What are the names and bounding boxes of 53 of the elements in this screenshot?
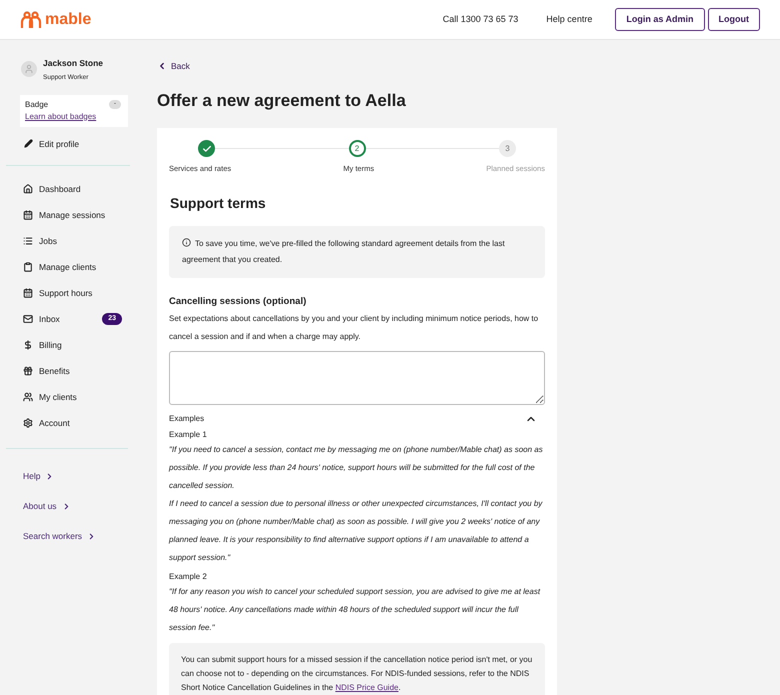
- nav-item[interactable]: My clients: [0, 384, 130, 410]
- info-text: To save you time, we've pre-filled the following standard agreement details from the last agreement that you created.: [182, 236, 506, 266]
- page-title: Offer a new agreement to Aella: [157, 90, 407, 112]
- dollar-icon: [23, 340, 33, 350]
- users-icon: [23, 392, 33, 402]
- logo-icon: [20, 10, 42, 28]
- nav-item[interactable]: Manage sessions: [0, 202, 130, 228]
- logout-button[interactable]: Logout: [708, 8, 760, 31]
- nav-item[interactable]: Manage clients: [0, 254, 130, 280]
- learn-about-badges-link[interactable]: Learn about badges: [25, 110, 123, 122]
- user-name: Jackson Stone: [43, 57, 103, 70]
- mail-icon: [23, 314, 33, 324]
- edit-profile-link[interactable]: Edit profile: [0, 138, 130, 150]
- avatar: [21, 61, 37, 77]
- examples-toggle[interactable]: Examples: [169, 412, 545, 425]
- example-text: "If for any reason you wish to cancel your scheduled support session, you are advised to give me at least 48 hours' notice. Any cancellations made within 48 hours of the scheduled support will incur the full session fee.": [169, 586, 542, 634]
- login-as-admin-button[interactable]: Login as Admin: [615, 8, 704, 31]
- pencil-icon: [24, 139, 33, 148]
- settings-icon: [23, 418, 33, 428]
- badge-label: Badge: [25, 98, 48, 110]
- footer-link[interactable]: About us: [0, 491, 130, 522]
- note-text: You can submit support hours for a missed session if the cancellation notice period isn't met, or you can choose not to - depending on the circumstances. For NDIS-funded sessions, refer to the NDIS Short Notice Cancellation Guidelines in the NDIS Price Guide.: [181, 654, 533, 694]
- section-title: Support terms: [170, 194, 267, 213]
- home-icon: [23, 184, 33, 194]
- footer-link[interactable]: Help: [0, 461, 130, 492]
- nav-item[interactable]: Jobs: [0, 228, 130, 254]
- phone-link[interactable]: Call 1300 73 65 73: [442, 12, 518, 26]
- field-description: Set expectations about cancellations by you and your client by including minimum notice periods, how to cancel a session and if and when a charge may apply.: [169, 312, 540, 343]
- footer-link[interactable]: Search workers: [0, 521, 130, 552]
- nav-item[interactable]: Account: [0, 410, 130, 436]
- field-label: Cancelling sessions (optional): [169, 294, 308, 308]
- nav-item[interactable]: Dashboard: [0, 176, 130, 202]
- price-guide-link[interactable]: NDIS Price Guide: [335, 682, 398, 692]
- gift-icon: [23, 366, 33, 376]
- clipboard-icon: [23, 262, 33, 272]
- nav-item[interactable]: Support hours: [0, 280, 130, 306]
- chevron-left-icon: [157, 61, 167, 72]
- example-heading: Example 2: [169, 570, 208, 583]
- help-centre-link[interactable]: Help centre: [546, 12, 592, 26]
- step-number: 2: [348, 140, 366, 158]
- nav-item[interactable]: Benefits: [0, 358, 130, 384]
- list-icon: [23, 236, 33, 246]
- info-icon: [182, 238, 191, 246]
- calendar-icon: [23, 210, 33, 220]
- cancellation-text-field[interactable]: [169, 350, 545, 405]
- example-text: If I need to cancel a session due to personal illness or other unexpected circumstances, I'll contact you by messaging you on (phone number/Mable chat) as soon as possible. I will give you 2 weeks' notice of any planned leave. It is your responsibility to find alternative support options if I am unavailable to attend a support session.": [169, 498, 544, 564]
- back-link[interactable]: Back: [157, 60, 557, 73]
- logo-text: mable: [45, 10, 92, 30]
- step-number: 3: [499, 140, 516, 158]
- calendar-icon: [23, 288, 33, 298]
- example-text: "If you need to cancel a session, contact me by messaging me on (phone number/Mable chat) as soon as possible. If you provide less than 24 hours' notice, support hours will be submitted for the full cost of the cancelled session.: [169, 444, 544, 492]
- example-heading: Example 1: [169, 428, 208, 441]
- nav-item[interactable]: Billing: [0, 332, 130, 358]
